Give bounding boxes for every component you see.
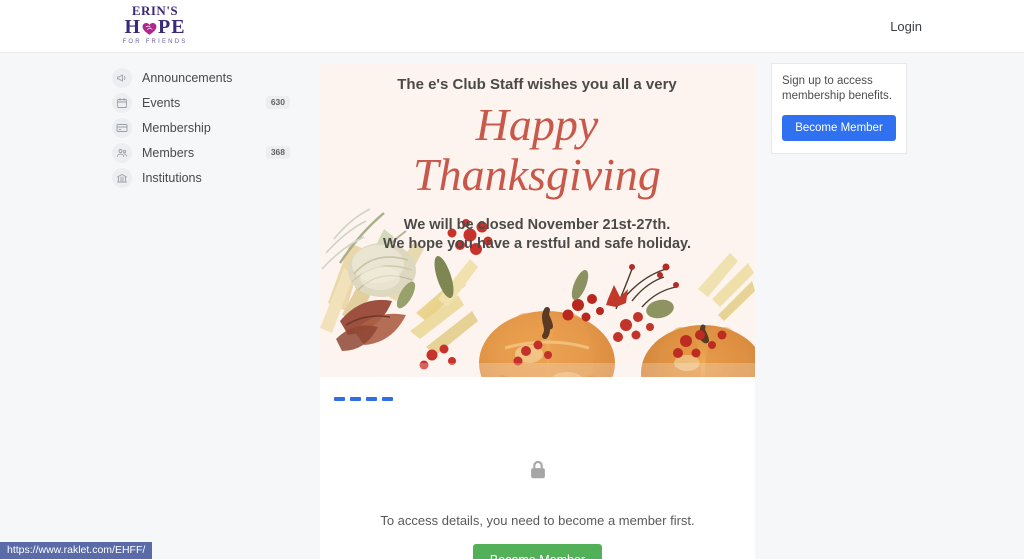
svg-text:We hope you have a restful and: We hope you have a restful and safe holi… xyxy=(383,236,691,252)
redacted-dash xyxy=(334,397,345,401)
sidebar-item-label: Events xyxy=(142,95,181,110)
logo-text-hope: H PE xyxy=(124,17,185,37)
sidebar-item-events[interactable]: Events 630 xyxy=(112,90,302,115)
locked-message: To access details, you need to become a … xyxy=(380,513,695,528)
browser-status-bar-url: https://www.raklet.com/EHFF/ xyxy=(0,542,153,559)
post-meta xyxy=(320,377,755,401)
redacted-dash xyxy=(366,397,377,401)
megaphone-icon xyxy=(112,67,132,88)
svg-text:We will be closed November 21s: We will be closed November 21st-27th. xyxy=(404,217,670,233)
sidebar-item-label: Announcements xyxy=(142,70,233,85)
site-header: ERIN'S H PE FOR FRIENDS Login xyxy=(0,0,1024,53)
become-member-button-sidebar[interactable]: Become Member xyxy=(782,115,896,141)
sidebar-badge-members: 368 xyxy=(265,146,290,159)
site-logo[interactable]: ERIN'S H PE FOR FRIENDS xyxy=(112,3,198,48)
signup-promo-card: Sign up to access membership benefits. B… xyxy=(771,63,907,154)
heart-icon xyxy=(141,20,158,37)
logo-tagline: FOR FRIENDS xyxy=(122,39,188,45)
login-link[interactable]: Login xyxy=(890,19,922,34)
redacted-dash xyxy=(350,397,361,401)
logo-letters-pe: PE xyxy=(158,16,186,38)
become-member-button-feed[interactable]: Become Member xyxy=(472,544,603,559)
sidebar-item-label: Membership xyxy=(142,120,211,135)
svg-text:Happy: Happy xyxy=(475,99,599,150)
sidebar-item-membership[interactable]: Membership xyxy=(112,115,302,140)
sidebar-item-institutions[interactable]: Institutions xyxy=(112,165,302,190)
calendar-icon xyxy=(112,92,132,113)
svg-text:Thanksgiving: Thanksgiving xyxy=(413,149,661,200)
redacted-dash xyxy=(382,397,393,401)
sidebar-item-members[interactable]: Members 368 xyxy=(112,140,302,165)
signup-promo-text: Sign up to access membership benefits. xyxy=(782,75,892,102)
logo-letter-h: H xyxy=(124,16,141,38)
locked-content-block: To access details, you need to become a … xyxy=(320,401,755,559)
main-feed-card: The e's Club Staff wishes you all a very… xyxy=(320,63,755,559)
left-sidebar-nav: Announcements Events 630 Membership Memb… xyxy=(112,65,302,190)
sidebar-item-label: Institutions xyxy=(142,170,202,185)
sidebar-badge-events: 630 xyxy=(265,96,290,109)
sidebar-item-label: Members xyxy=(142,145,195,160)
lock-icon xyxy=(527,459,549,486)
svg-text:The e's Club Staff wishes you: The e's Club Staff wishes you all a very xyxy=(397,76,677,93)
card-icon xyxy=(112,117,132,138)
announcement-image: The e's Club Staff wishes you all a very… xyxy=(320,63,755,377)
sidebar-item-announcements[interactable]: Announcements xyxy=(112,65,302,90)
page-body: Announcements Events 630 Membership Memb… xyxy=(0,53,1024,559)
people-icon xyxy=(112,142,132,163)
bank-icon xyxy=(112,167,132,188)
